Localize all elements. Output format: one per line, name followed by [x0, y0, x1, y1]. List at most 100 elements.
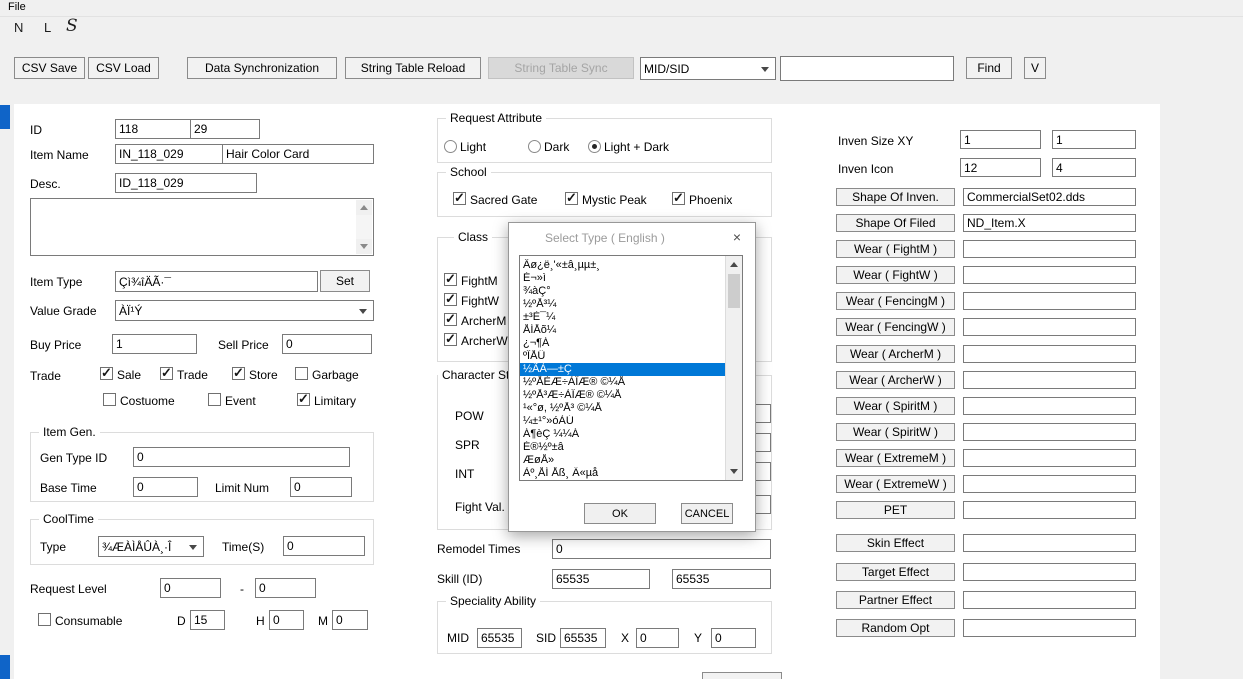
light-radio-label[interactable]: Light [460, 140, 486, 154]
archerm-checkbox[interactable] [444, 311, 457, 327]
scroll-up-button[interactable] [356, 200, 372, 215]
type-list-item[interactable]: ¿¬¶Á [520, 337, 725, 350]
garbage-checkbox-label[interactable]: Garbage [312, 368, 359, 382]
format-letter-l[interactable]: L [44, 20, 51, 35]
scrollbar-thumb[interactable] [728, 274, 740, 308]
type-list-item[interactable]: ½ÃÀ—±Ç [520, 363, 725, 376]
wear-archerm-button[interactable]: Wear ( ArcherM ) [836, 345, 955, 363]
csv-save-button[interactable]: CSV Save [14, 57, 85, 79]
format-letter-n[interactable]: N [14, 20, 23, 35]
type-list-item[interactable]: ±³È¯¼ [520, 311, 725, 324]
wear-fencingm-field[interactable] [963, 292, 1136, 310]
wear-fightw-button[interactable]: Wear ( FightW ) [836, 266, 955, 284]
pet-field[interactable] [963, 501, 1136, 519]
event-checkbox-label[interactable]: Event [225, 394, 256, 408]
sid-field[interactable]: 65535 [560, 628, 606, 648]
wear-fencingw-button[interactable]: Wear ( FencingW ) [836, 318, 955, 336]
costuome-checkbox-label[interactable]: Costuome [120, 394, 175, 408]
d-field[interactable]: 15 [190, 610, 225, 630]
item-name-field[interactable]: Hair Color Card [222, 144, 374, 164]
wear-extremem-button[interactable]: Wear ( ExtremeM ) [836, 449, 955, 467]
h-field[interactable]: 0 [269, 610, 304, 630]
type-list-item[interactable]: ¾àÇ° [520, 285, 725, 298]
set-button[interactable]: Set [320, 270, 370, 292]
listbox-scrollbar[interactable] [725, 256, 742, 480]
light-dark-radio-label[interactable]: Light + Dark [604, 140, 669, 154]
mystic-peak-checkbox[interactable] [565, 190, 578, 206]
data-sync-button[interactable]: Data Synchronization [187, 57, 337, 79]
wear-extremew-field[interactable] [963, 475, 1136, 493]
wear-spiritw-field[interactable] [963, 423, 1136, 441]
type-list-item[interactable]: ¹«°ø, ½ºÅ³ ©¼Å [520, 402, 725, 415]
type-list-item[interactable]: É®½º±â [520, 441, 725, 454]
random-opt-field[interactable] [963, 619, 1136, 637]
store-checkbox-label[interactable]: Store [249, 368, 278, 382]
m-field[interactable]: 0 [332, 610, 368, 630]
skill-id-field-2[interactable]: 65535 [672, 569, 771, 589]
request-level-max-field[interactable]: 0 [255, 578, 316, 598]
trade-checkbox[interactable] [160, 365, 173, 381]
archerw-label[interactable]: ArcherW [461, 334, 508, 348]
limitary-checkbox[interactable] [297, 391, 310, 407]
skin-effect-field[interactable] [963, 534, 1136, 552]
scroll-down-button[interactable] [356, 239, 372, 254]
inven-icon-field-2[interactable]: 4 [1052, 158, 1136, 177]
value-grade-select[interactable]: ÀÏ¹Ý [115, 300, 374, 321]
desc-textarea[interactable] [30, 198, 374, 256]
type-list-item[interactable]: Àº¸ÅÍ Åß¸ Ä«µå [520, 467, 725, 480]
type-list-item[interactable]: Âø¿ë¸'«±â¸µµ±¸ [520, 259, 725, 272]
buy-price-field[interactable]: 1 [112, 334, 197, 354]
wear-extremem-field[interactable] [963, 449, 1136, 467]
time-s-field[interactable]: 0 [283, 536, 365, 556]
wear-fencingm-button[interactable]: Wear ( FencingM ) [836, 292, 955, 310]
fightw-label[interactable]: FightW [461, 294, 499, 308]
target-effect-field[interactable] [963, 563, 1136, 581]
inven-icon-field-1[interactable]: 12 [960, 158, 1041, 177]
search-input[interactable] [780, 56, 954, 81]
csv-load-button[interactable]: CSV Load [88, 57, 159, 79]
light-radio[interactable] [444, 140, 457, 153]
archerw-checkbox[interactable] [444, 331, 457, 347]
scroll-up-button[interactable] [726, 256, 742, 273]
dialog-close-button[interactable]: × [728, 228, 746, 246]
menu-file[interactable]: File [8, 1, 26, 13]
pet-button[interactable]: PET [836, 501, 955, 519]
ok-button[interactable]: OK [584, 503, 656, 524]
mid-field[interactable]: 65535 [477, 628, 522, 648]
phoenix-checkbox[interactable] [672, 190, 685, 206]
light-dark-radio[interactable] [588, 140, 601, 153]
dark-radio[interactable] [528, 140, 541, 153]
sale-checkbox[interactable] [100, 365, 113, 381]
x-field[interactable]: 0 [636, 628, 679, 648]
fightm-checkbox[interactable] [444, 271, 457, 287]
base-time-field[interactable]: 0 [133, 477, 198, 497]
find-button[interactable]: Find [966, 57, 1012, 79]
type-list-item[interactable]: ÅÍÅõ¼ [520, 324, 725, 337]
sale-checkbox-label[interactable]: Sale [117, 368, 141, 382]
desc-scrollbar[interactable] [356, 200, 372, 254]
wear-archerm-field[interactable] [963, 345, 1136, 363]
archerm-label[interactable]: ArcherM [461, 314, 506, 328]
skin-effect-button[interactable]: Skin Effect [836, 534, 955, 552]
desc-id-field[interactable]: ID_118_029 [115, 173, 257, 193]
partner-effect-field[interactable] [963, 591, 1136, 609]
wear-fencingw-field[interactable] [963, 318, 1136, 336]
limitary-checkbox-label[interactable]: Limitary [314, 394, 356, 408]
type-list-item[interactable]: ½ºÅ³Æ÷ÀÎÆ® ©¼Å [520, 389, 725, 402]
wear-spiritw-button[interactable]: Wear ( SpiritW ) [836, 423, 955, 441]
event-checkbox[interactable] [208, 393, 221, 406]
shape-of-inven-button[interactable]: Shape Of Inven. [836, 188, 955, 206]
wear-extremew-button[interactable]: Wear ( ExtremeW ) [836, 475, 955, 493]
wear-fightm-button[interactable]: Wear ( FightM ) [836, 240, 955, 258]
scroll-down-button[interactable] [726, 463, 742, 480]
dark-radio-label[interactable]: Dark [544, 140, 569, 154]
target-effect-button[interactable]: Target Effect [836, 563, 955, 581]
type-list-item[interactable]: Á¶èÇ ¼¼Á [520, 428, 725, 441]
format-letter-s[interactable]: S [66, 16, 78, 36]
type-list-item[interactable]: ÆøÅ» [520, 454, 725, 467]
cooltime-type-select[interactable]: ¾ÆÀÌÅÛÀ¸·Î [98, 536, 204, 557]
item-type-field[interactable]: Çì¾îÄÃ·¯ [115, 271, 318, 292]
consumable-label[interactable]: Consumable [55, 614, 122, 628]
inven-size-y-field[interactable]: 1 [1052, 130, 1136, 149]
wear-fightw-field[interactable] [963, 266, 1136, 284]
